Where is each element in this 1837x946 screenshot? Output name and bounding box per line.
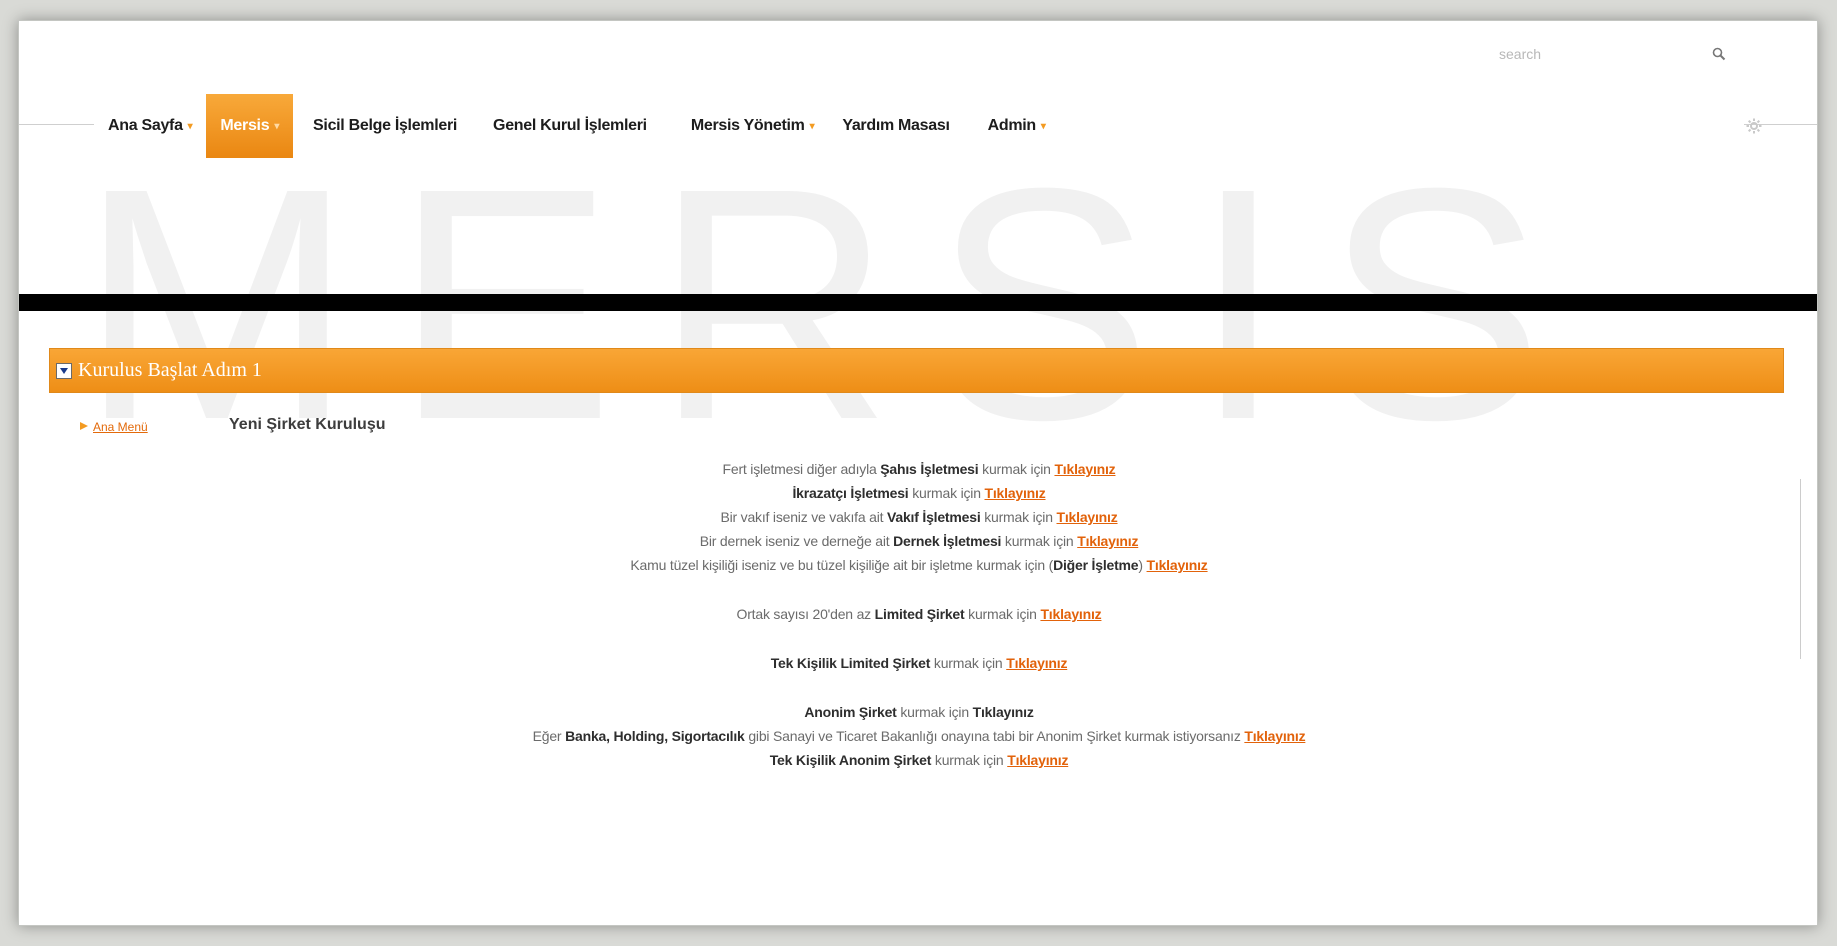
scroll-edge <box>1800 479 1801 659</box>
search-box <box>1499 39 1749 69</box>
nav-item-label: Admin <box>987 117 1037 134</box>
nav-item-label: Sicil Belge İşlemleri <box>313 117 458 134</box>
line-text: kurmak için <box>964 606 1041 622</box>
tiklayiniz-link[interactable]: Tıklayınız <box>1077 533 1138 549</box>
nav-item-yardim-masasi[interactable]: Yardım Masası <box>828 94 963 158</box>
line-text: gibi Sanayi ve Ticaret Bakanlığı onayına… <box>744 728 1245 744</box>
tiklayiniz-link[interactable]: Tıklayınız <box>1007 752 1068 768</box>
orange-arrow-icon <box>79 418 93 436</box>
line-strong: Banka, Holding, Sigortacılık <box>565 728 745 744</box>
line-text: kurmak için <box>896 704 973 720</box>
option-line-banka: Eğer Banka, Holding, Sigortacılık gibi S… <box>19 728 1817 744</box>
line-text: kurmak için <box>1001 533 1078 549</box>
line-text: Fert işletmesi diğer adıyla <box>722 461 881 477</box>
line-text: Bir vakıf iseniz ve vakıfa ait <box>720 509 887 525</box>
line-strong: Limited Şirket <box>874 606 965 622</box>
chevron-down-icon: ▾ <box>809 120 815 132</box>
nav-item-label: Mersis <box>220 117 270 134</box>
panel-header: Kurulus Başlat Adım 1 <box>49 348 1784 393</box>
chevron-down-icon: ▾ <box>187 120 193 132</box>
chevron-down-icon: ▾ <box>1040 120 1046 132</box>
collapse-toggle-icon[interactable] <box>56 362 72 379</box>
option-line-sahis: Fert işletmesi diğer adıyla Şahıs İşletm… <box>19 461 1817 477</box>
header-divider-bar <box>19 294 1817 311</box>
search-icon[interactable] <box>1709 44 1729 64</box>
panel-title: Kurulus Başlat Adım 1 <box>78 359 262 381</box>
tiklayiniz-link[interactable]: Tıklayınız <box>1057 509 1118 525</box>
option-line-limited: Ortak sayısı 20'den az Limited Şirket ku… <box>19 606 1817 622</box>
nav-item-label: Genel Kurul İşlemleri <box>493 117 647 134</box>
line-text: Bir dernek iseniz ve derneğe ait <box>699 533 894 549</box>
tiklayiniz-link[interactable]: Tıklayınız <box>1147 557 1208 573</box>
gear-icon[interactable] <box>1744 116 1764 136</box>
line-strong: Tek Kişilik Limited Şirket <box>770 655 931 671</box>
line-strong: Anonim Şirket <box>804 704 897 720</box>
line-strong: Tek Kişilik Anonim Şirket <box>769 752 932 768</box>
option-line-vakif: Bir vakıf iseniz ve vakıfa ait Vakıf İşl… <box>19 509 1817 525</box>
section-title: Yeni Şirket Kuruluşu <box>229 416 386 433</box>
line-strong: Diğer İşletme <box>1053 557 1139 573</box>
nav-item-ana-sayfa[interactable]: Ana Sayfa ▾ <box>94 94 206 158</box>
browser-page: MERSIS Ana Sayfa▾ Mersis▾ Sicil Belge İş… <box>18 20 1818 926</box>
line-strong: Şahıs İşletmesi <box>880 461 979 477</box>
search-input[interactable] <box>1499 41 1699 67</box>
nav-item-admin[interactable]: Admin ▾ <box>964 94 1060 158</box>
line-text: Kamu tüzel kişiliği iseniz ve bu tüzel k… <box>630 557 1054 573</box>
option-line-tek-anonim: Tek Kişilik Anonim Şirket kurmak için Tı… <box>19 752 1817 768</box>
line-strong: Vakıf İşletmesi <box>887 509 981 525</box>
line-text: kurmak için <box>978 461 1055 477</box>
line-text: kurmak için <box>931 752 1008 768</box>
ana-menu-link-group: Ana Menü <box>79 418 148 436</box>
tiklayiniz-link[interactable]: Tıklayınız <box>1244 728 1305 744</box>
option-line-ikrazatci: İkrazatçı İşletmesi kurmak için Tıklayın… <box>19 485 1817 501</box>
tiklayiniz-link[interactable]: Tıklayınız <box>1006 655 1067 671</box>
tiklayiniz-link[interactable]: Tıklayınız <box>1054 461 1115 477</box>
option-line-dernek: Bir dernek iseniz ve derneğe ait Dernek … <box>19 533 1817 549</box>
line-text: Eğer <box>532 728 566 744</box>
line-strong: İkrazatçı İşletmesi <box>792 485 909 501</box>
line-text: ) <box>1138 557 1147 573</box>
nav-item-mersis[interactable]: Mersis ▾ <box>206 94 294 158</box>
line-text: Ortak sayısı 20'den az <box>736 606 875 622</box>
line-strong: Dernek İşletmesi <box>893 533 1002 549</box>
option-line-anonim: Anonim Şirket kurmak için Tıklayınız <box>19 704 1817 720</box>
option-line-diger: Kamu tüzel kişiliği iseniz ve bu tüzel k… <box>19 557 1817 573</box>
ana-menu-link[interactable]: Ana Menü <box>93 420 148 434</box>
line-text: kurmak için <box>908 485 985 501</box>
nav-item-label: Yardım Masası <box>842 117 950 134</box>
line-text: kurmak için <box>930 655 1007 671</box>
nav-item-label: Ana Sayfa <box>108 117 183 134</box>
nav-item-label: Mersis Yönetim <box>690 117 805 134</box>
chevron-down-icon: ▾ <box>274 120 280 132</box>
nav-item-genel-kurul[interactable]: Genel Kurul İşlemleri <box>471 94 661 158</box>
main-nav: Ana Sayfa ▾ Mersis ▾ Sicil Belge İşlemleri… <box>94 94 1744 158</box>
tiklayiniz-link[interactable]: Tıklayınız <box>1040 606 1101 622</box>
line-text: kurmak için <box>980 509 1057 525</box>
nav-item-mersis-yonetim[interactable]: Mersis Yönetim ▾ <box>661 94 829 158</box>
tiklayiniz-link[interactable]: Tıklayınız <box>985 485 1046 501</box>
option-line-tek-limited: Tek Kişilik Limited Şirket kurmak için T… <box>19 655 1817 671</box>
tiklayiniz-link[interactable]: Tıklayınız <box>973 704 1034 720</box>
nav-item-sicil-belge[interactable]: Sicil Belge İşlemleri <box>293 94 471 158</box>
